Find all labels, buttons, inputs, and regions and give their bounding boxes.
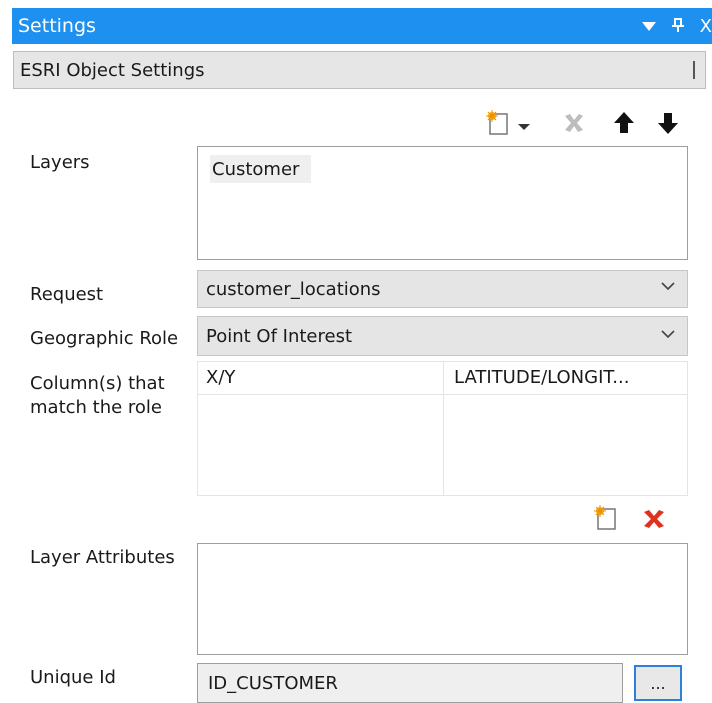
layers-listbox[interactable]: Customer <box>197 146 688 260</box>
new-layer-icon[interactable] <box>486 110 512 141</box>
role-columns-label: Column(s) that match the role <box>30 372 165 420</box>
close-icon[interactable]: X <box>700 16 712 37</box>
grid-cell-column-2[interactable]: LATITUDE/LONGIT... <box>454 367 629 388</box>
role-columns-label-line2: match the role <box>30 397 163 418</box>
geographic-role-value: Point Of Interest <box>206 325 353 347</box>
move-down-icon[interactable] <box>657 111 679 140</box>
request-label: Request <box>30 284 104 305</box>
unique-id-value: ID_CUSTOMER <box>208 672 338 694</box>
panel-titlebar: Settings X <box>12 8 712 44</box>
grid-cell-column-1[interactable]: X/Y <box>206 367 235 388</box>
chevron-down-icon <box>659 325 677 343</box>
pin-icon[interactable] <box>671 17 684 36</box>
layer-item-label: Customer <box>212 158 300 180</box>
new-attribute-icon[interactable] <box>594 505 620 536</box>
dropdown-arrow-icon[interactable] <box>518 116 530 137</box>
layers-toolbar <box>486 108 686 138</box>
role-columns-grid[interactable]: X/Y LATITUDE/LONGIT... <box>197 361 688 496</box>
layer-attributes-listbox[interactable] <box>197 543 688 655</box>
chevron-down-icon <box>659 277 677 295</box>
unique-id-field[interactable]: ID_CUSTOMER <box>197 663 623 703</box>
role-columns-label-line1: Column(s) that <box>30 373 165 394</box>
panel-title: Settings <box>18 15 96 37</box>
section-header: ESRI Object Settings <box>13 51 706 89</box>
layer-attributes-label: Layer Attributes <box>30 547 175 568</box>
dropdown-arrow-icon[interactable] <box>641 17 656 36</box>
delete-layer-icon[interactable] <box>562 111 586 140</box>
section-header-label: ESRI Object Settings <box>20 59 205 81</box>
delete-attribute-icon[interactable] <box>641 507 667 536</box>
list-item[interactable]: Customer <box>210 155 312 183</box>
grid-divider <box>443 362 444 495</box>
header-separator <box>693 61 695 79</box>
grid-divider <box>198 394 687 395</box>
request-select[interactable]: customer_locations <box>197 270 688 308</box>
browse-button[interactable]: ... <box>634 665 682 701</box>
unique-id-label: Unique Id <box>30 667 116 688</box>
layers-label: Layers <box>30 152 90 173</box>
move-up-icon[interactable] <box>613 111 635 140</box>
request-value: customer_locations <box>206 278 381 300</box>
geographic-role-select[interactable]: Point Of Interest <box>197 316 688 356</box>
geographic-role-label: Geographic Role <box>30 328 179 349</box>
